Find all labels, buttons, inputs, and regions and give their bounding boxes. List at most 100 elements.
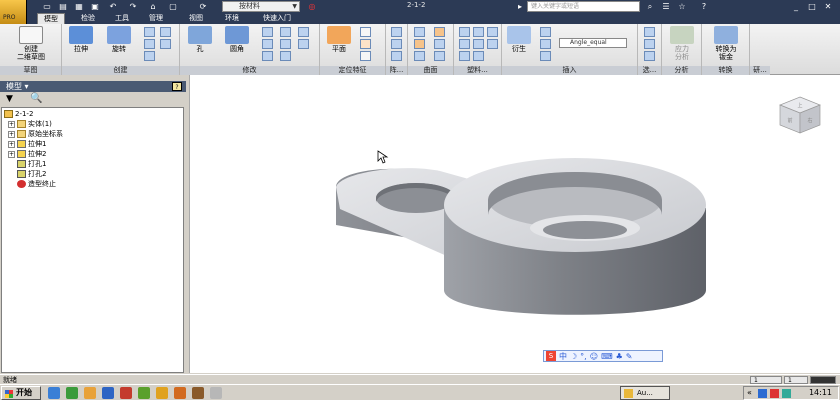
sweep-icon[interactable] bbox=[144, 27, 155, 37]
tab-quickstart[interactable]: 快速入门 bbox=[255, 13, 299, 24]
patch-icon[interactable] bbox=[434, 39, 445, 49]
search-input[interactable]: 键入关键字或短语 bbox=[527, 1, 640, 12]
stress-analysis-button[interactable]: 应力 分析 bbox=[666, 26, 698, 61]
thread-icon[interactable] bbox=[262, 39, 273, 49]
import-icon[interactable] bbox=[540, 51, 551, 61]
search-icon[interactable]: ⌕ bbox=[644, 1, 656, 12]
insert-ifeature-icon[interactable] bbox=[540, 27, 551, 37]
app-icon-6[interactable] bbox=[210, 387, 222, 399]
filter-icon[interactable]: ▼ bbox=[6, 94, 13, 104]
sogou-logo-icon[interactable]: S bbox=[546, 351, 556, 361]
copy-object-icon[interactable] bbox=[280, 51, 291, 61]
select-mode-icon[interactable] bbox=[644, 39, 655, 49]
communication-center-icon[interactable]: ☰ bbox=[660, 1, 672, 12]
app-menu-button[interactable]: PRO bbox=[0, 0, 27, 24]
revolve-button[interactable]: 旋转 bbox=[102, 26, 136, 53]
save-icon[interactable]: ▣ bbox=[88, 1, 102, 12]
rib-net-icon[interactable] bbox=[473, 51, 484, 61]
app-icon-2[interactable] bbox=[138, 387, 150, 399]
search-arrow-icon[interactable]: ▸ bbox=[514, 1, 526, 12]
tray-icon-2[interactable] bbox=[770, 389, 779, 398]
tree-item-hole1[interactable]: 打孔1 bbox=[17, 159, 46, 169]
tray-icon-3[interactable] bbox=[782, 389, 791, 398]
home-icon[interactable]: ⌂ bbox=[146, 1, 160, 12]
derive-button[interactable]: 衍生 bbox=[504, 26, 534, 53]
combine-icon[interactable] bbox=[298, 39, 309, 49]
convert-sheet-metal-button[interactable]: 转换为 钣金 bbox=[706, 26, 746, 61]
minimize-icon[interactable]: _ bbox=[790, 1, 802, 12]
sculpt-icon[interactable] bbox=[414, 39, 425, 49]
grill-icon[interactable] bbox=[459, 27, 470, 37]
part-model[interactable] bbox=[190, 75, 840, 373]
rect-pattern-icon[interactable] bbox=[391, 27, 402, 37]
coil-icon[interactable] bbox=[144, 39, 155, 49]
ime-moon-icon[interactable]: ☽ bbox=[570, 352, 577, 361]
emboss-icon[interactable] bbox=[160, 39, 171, 49]
help-icon[interactable]: ? bbox=[698, 1, 710, 12]
start-button[interactable]: 开始 bbox=[1, 386, 41, 400]
tab-model[interactable]: 模型 bbox=[37, 13, 65, 24]
tree-item-end-of-part[interactable]: 造型终止 bbox=[17, 179, 56, 189]
undo-icon[interactable]: ↶ bbox=[106, 1, 120, 12]
ime-tool-icon[interactable]: ✎ bbox=[626, 352, 633, 361]
find-icon[interactable]: 🔍 bbox=[30, 93, 42, 104]
extend-icon[interactable] bbox=[434, 51, 445, 61]
tab-manage[interactable]: 管理 bbox=[143, 13, 169, 24]
open-file-icon[interactable]: ▤ bbox=[56, 1, 70, 12]
web-icon[interactable] bbox=[459, 51, 470, 61]
ime-toolbar[interactable]: S 中 ☽ °, ☺ ⌨ ♣ ✎ bbox=[543, 350, 663, 362]
browser-icon[interactable] bbox=[66, 387, 78, 399]
app-icon-4[interactable] bbox=[174, 387, 186, 399]
app-icon-5[interactable] bbox=[192, 387, 204, 399]
fillet-button[interactable]: 圆角 bbox=[222, 26, 252, 53]
lip-icon[interactable] bbox=[487, 39, 498, 49]
ime-chinese-icon[interactable]: 中 bbox=[559, 351, 567, 362]
tree-item-extrude1[interactable]: + 拉伸1 bbox=[8, 139, 46, 149]
tray-expand-icon[interactable]: « bbox=[747, 388, 752, 397]
tree-item-root[interactable]: 2-1-2 bbox=[4, 109, 33, 119]
loft-icon[interactable] bbox=[160, 27, 171, 37]
update-icon[interactable]: ⟳ bbox=[196, 1, 210, 12]
axis-icon[interactable] bbox=[360, 27, 371, 37]
boss-icon[interactable] bbox=[473, 27, 484, 37]
stitch-icon[interactable] bbox=[434, 27, 445, 37]
app-icon-1[interactable] bbox=[120, 387, 132, 399]
ucs-icon[interactable] bbox=[360, 51, 371, 61]
help-icon[interactable]: ? bbox=[172, 82, 182, 91]
tree-item-extrude2[interactable]: + 拉伸2 bbox=[8, 149, 46, 159]
rib-icon[interactable] bbox=[144, 51, 155, 61]
media-icon[interactable] bbox=[84, 387, 96, 399]
mirror-icon[interactable] bbox=[391, 51, 402, 61]
split-icon[interactable] bbox=[280, 39, 291, 49]
ime-user-icon[interactable]: ☺ bbox=[590, 352, 598, 361]
shell-icon[interactable] bbox=[280, 27, 291, 37]
browser-header[interactable]: 模型 ▾ ? bbox=[0, 81, 186, 92]
tab-environment[interactable]: 环境 bbox=[219, 13, 245, 24]
draft-icon[interactable] bbox=[298, 27, 309, 37]
tray-icon-1[interactable] bbox=[758, 389, 767, 398]
hole-button[interactable]: 孔 bbox=[188, 26, 212, 53]
point-icon[interactable] bbox=[360, 39, 371, 49]
ime-skin-icon[interactable]: ♣ bbox=[616, 352, 623, 361]
ime-punct-icon[interactable]: °, bbox=[580, 352, 587, 361]
create-sketch-button[interactable]: 创建 二维草图 bbox=[8, 26, 54, 61]
trim-icon[interactable] bbox=[414, 51, 425, 61]
rest-icon[interactable] bbox=[487, 27, 498, 37]
snap-fit-icon[interactable] bbox=[459, 39, 470, 49]
place-content-icon[interactable] bbox=[540, 39, 551, 49]
favorites-icon[interactable]: ☆ bbox=[676, 1, 688, 12]
move-face-icon[interactable] bbox=[262, 51, 273, 61]
tab-inspect[interactable]: 检验 bbox=[75, 13, 101, 24]
expand-icon[interactable]: + bbox=[8, 140, 15, 148]
expand-icon[interactable]: + bbox=[8, 150, 15, 158]
select-priority-icon[interactable] bbox=[644, 51, 655, 61]
select-icon[interactable]: ▢ bbox=[166, 1, 180, 12]
expand-icon[interactable]: + bbox=[8, 130, 15, 138]
thicken-icon[interactable] bbox=[414, 27, 425, 37]
taskbar-item-inventor[interactable]: Au... bbox=[620, 386, 670, 400]
desktop-icon[interactable] bbox=[48, 387, 60, 399]
new-file-icon[interactable]: ▭ bbox=[40, 1, 54, 12]
maximize-icon[interactable]: □ bbox=[806, 1, 818, 12]
ime-keyboard-icon[interactable]: ⌨ bbox=[601, 352, 613, 361]
tab-tools[interactable]: 工具 bbox=[109, 13, 135, 24]
